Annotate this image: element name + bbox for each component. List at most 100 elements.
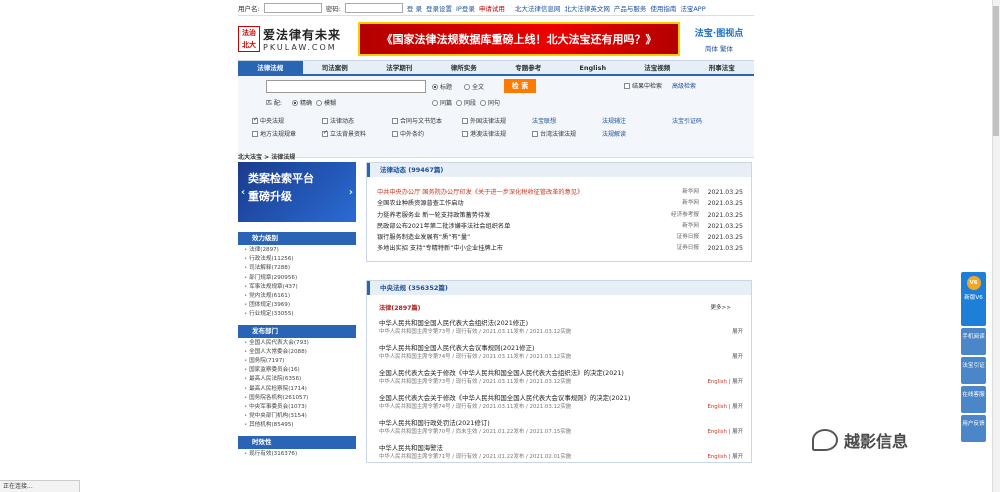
list-item[interactable]: 国家监察委员会(16) [244, 366, 356, 375]
site-logo[interactable]: 爱法律有未来 PKULAW.COM [263, 26, 358, 52]
db-foreign[interactable]: 外国法律法规 [462, 116, 532, 125]
db-treaty[interactable]: 中外条约 [392, 129, 462, 138]
online-service-button[interactable]: 在线客服 [961, 386, 986, 413]
tab-english[interactable]: English [561, 61, 626, 74]
db-citation[interactable]: 法宝引证码 [672, 116, 742, 125]
list-item[interactable]: 其他机构(85495) [244, 421, 356, 430]
news-row[interactable]: 民政部公布2021年第二批涉嫌非法社会组织名单 新华网 2021.03.25 [377, 221, 743, 232]
list-item[interactable]: 党内法规(6161) [244, 292, 356, 301]
search-in-results[interactable]: 结果中检索 [624, 81, 662, 90]
login-link[interactable]: 登 录 [407, 3, 422, 13]
pkulaw-info-link[interactable]: 北大法律信息网 [515, 3, 561, 13]
section-title[interactable]: 中央法规 (356352篇) [367, 280, 751, 295]
scrollbar-thumb[interactable] [993, 6, 999, 136]
sub-title[interactable]: 法律(2897篇) [379, 303, 420, 312]
database-grid: 中央法规 法律动态 合同与文书范本 外国法律法规 法宝联想 法规辅注 法宝引证码… [252, 116, 742, 138]
db-association[interactable]: 法宝联想 [532, 116, 602, 125]
scope-doc[interactable]: 同篇 [432, 98, 452, 107]
list-item[interactable]: 全国人民代表大会(793) [244, 339, 356, 348]
law-item[interactable]: 全国人民代表大会关于修改《中华人民共和国全国人民代表大会组织法》的决定(2021… [367, 362, 751, 387]
login-settings-link[interactable]: 登录设置 [426, 3, 452, 13]
db-background[interactable]: 立法背景资料 [322, 129, 392, 138]
db-hkmacau[interactable]: 港澳法律法规 [462, 129, 532, 138]
promo-banner[interactable]: 类案检索平台 重磅升级 ‹ › [238, 162, 356, 222]
list-item[interactable]: 最高人民法院(6356) [244, 375, 356, 384]
advanced-search-link[interactable]: 高级检索 [672, 81, 696, 90]
news-row[interactable]: 力挺养老服务业 新一轮支持政策蓄势待发 经济参考报 2021.03.25 [377, 210, 743, 221]
more-link[interactable]: 更多>> [710, 303, 731, 312]
checkbox-icon [462, 130, 468, 137]
db-central[interactable]: 中央法规 [252, 116, 322, 125]
db-taiwan[interactable]: 台湾法律法规 [532, 129, 602, 138]
law-item[interactable]: 中华人民共和国行政处罚法(2021修订) 中华人民共和国主席令第70号 / 尚未… [367, 412, 751, 437]
law-item[interactable]: 全国人民代表大会关于修改《中华人民共和国全国人民代表大会议事规则》的决定(202… [367, 387, 751, 412]
ip-login-link[interactable]: IP登录 [456, 3, 475, 13]
english-site-link[interactable]: 北大法律英文网 [564, 3, 610, 13]
chevron-left-icon[interactable]: ‹ [241, 184, 245, 202]
list-item[interactable]: 党中央部门机构(3154) [244, 412, 356, 421]
tab-practice[interactable]: 律所实务 [432, 61, 497, 74]
list-item[interactable]: 国务院各机构(261057) [244, 394, 356, 403]
radio-icon [316, 99, 322, 106]
checkbox-icon [392, 130, 398, 137]
db-annotation[interactable]: 法规辅注 [602, 116, 672, 125]
tab-laws[interactable]: 法律法规 [238, 61, 303, 74]
opt-title[interactable]: 标题 [432, 82, 452, 91]
mobile-read-button[interactable]: 手机阅读 [961, 328, 986, 355]
news-row[interactable]: 多地出实招 支持“专精特新”中小企业挂牌上市 证券日报 2021.03.25 [377, 243, 743, 254]
chevron-right-icon[interactable]: › [349, 184, 353, 202]
tab-topics[interactable]: 专题参考 [496, 61, 561, 74]
password-input[interactable] [344, 2, 403, 13]
guide-link[interactable]: 使用指南 [650, 3, 676, 13]
search-button[interactable]: 检 索 [504, 79, 536, 93]
news-list: 中共中央办公厅 国务院办公厅印发《关于进一步深化税收征管改革的意见》 新华网 202… [367, 177, 751, 261]
db-contracts[interactable]: 合同与文书范本 [392, 116, 462, 125]
list-item[interactable]: 团体规定(3969) [244, 301, 356, 310]
search-input[interactable] [266, 80, 426, 93]
opt-fulltext[interactable]: 全文 [464, 82, 484, 91]
scope-para[interactable]: 同段 [456, 98, 476, 107]
list-item[interactable]: 中央军事委员会(1073) [244, 403, 356, 412]
law-item[interactable]: 中华人民共和国海警法 中华人民共和国主席令第71号 / 现行有效 / 2021.… [367, 437, 751, 462]
news-row[interactable]: 银行服务制造业发展有“质”有“量” 证券日报 2021.03.25 [377, 232, 743, 243]
news-row[interactable]: 全国农业种质资源普查工作启动 新华网 2021.03.25 [377, 198, 743, 209]
list-item[interactable]: 军事法规规章(437) [244, 283, 356, 292]
match-fuzzy[interactable]: 模糊 [316, 98, 336, 107]
law-item[interactable]: 中华人民共和国全国人民代表大会议事规则(2021修正) 中华人民共和国主席令第7… [367, 337, 751, 362]
feedback-button[interactable]: 用户反馈 [961, 415, 986, 442]
tab-cases[interactable]: 司法案例 [303, 61, 368, 74]
tab-journals[interactable]: 法学期刊 [367, 61, 432, 74]
ad-banner[interactable]: 《国家法律法规数据库重磅上线！北大法宝还有用吗？》 [358, 22, 680, 56]
db-dynamics[interactable]: 法律动态 [322, 116, 392, 125]
list-item[interactable]: 行业规定(33055) [244, 310, 356, 319]
panel-validity: 时效性 现行有效(316376) [238, 435, 356, 459]
central-section: 中央法规 (356352篇) 法律(2897篇) 更多>> 中华人民共和国全国人… [366, 279, 752, 463]
products-link[interactable]: 产品与服务 [614, 3, 647, 13]
section-title[interactable]: 法律动态 (99467篇) [367, 163, 751, 177]
list-item[interactable]: 国务院(7197) [244, 357, 356, 366]
language-switch[interactable]: 简体 繁体 [688, 43, 750, 53]
law-item[interactable]: 中华人民共和国全国人民代表大会组织法(2021修正) 中华人民共和国主席令第73… [367, 312, 751, 337]
username-input[interactable] [263, 2, 322, 13]
list-item[interactable]: 全国人大常委会(2088) [244, 348, 356, 357]
db-local[interactable]: 地方法规规章 [252, 129, 322, 138]
tab-criminal[interactable]: 刑事法宝 [690, 61, 755, 74]
list-item[interactable]: 司法解释(7288) [244, 264, 356, 273]
news-row[interactable]: 中共中央办公厅 国务院办公厅印发《关于进一步深化税收征管改革的意见》 新华网 202… [377, 187, 743, 198]
db-interpretation[interactable]: 法规解读 [602, 129, 672, 138]
trial-link[interactable]: 申请试用 [479, 3, 505, 13]
list-item[interactable]: 部门规章(290956) [244, 274, 356, 283]
match-exact[interactable]: 精确 [292, 98, 312, 107]
main-nav: 法律法规 司法案例 法学期刊 律所实务 专题参考 English 法宝视频 刑事… [238, 60, 754, 76]
tab-video[interactable]: 法宝视频 [625, 61, 690, 74]
list-item[interactable]: 法律(2897) [244, 246, 356, 255]
app-link[interactable]: 法宝APP [680, 3, 705, 13]
list-item[interactable]: 最高人民检察院(1714) [244, 385, 356, 394]
list-item[interactable]: 现行有效(316376) [244, 450, 356, 459]
citation-button[interactable]: 法宝引证 [961, 357, 986, 384]
list-item[interactable]: 行政法规(11256) [244, 255, 356, 264]
scope-sentence[interactable]: 同句 [480, 98, 500, 107]
radio-icon [432, 99, 438, 106]
new-version-button[interactable]: V6 新版V6 [961, 272, 986, 326]
brand-link[interactable]: 法宝·图视点 [688, 26, 750, 39]
